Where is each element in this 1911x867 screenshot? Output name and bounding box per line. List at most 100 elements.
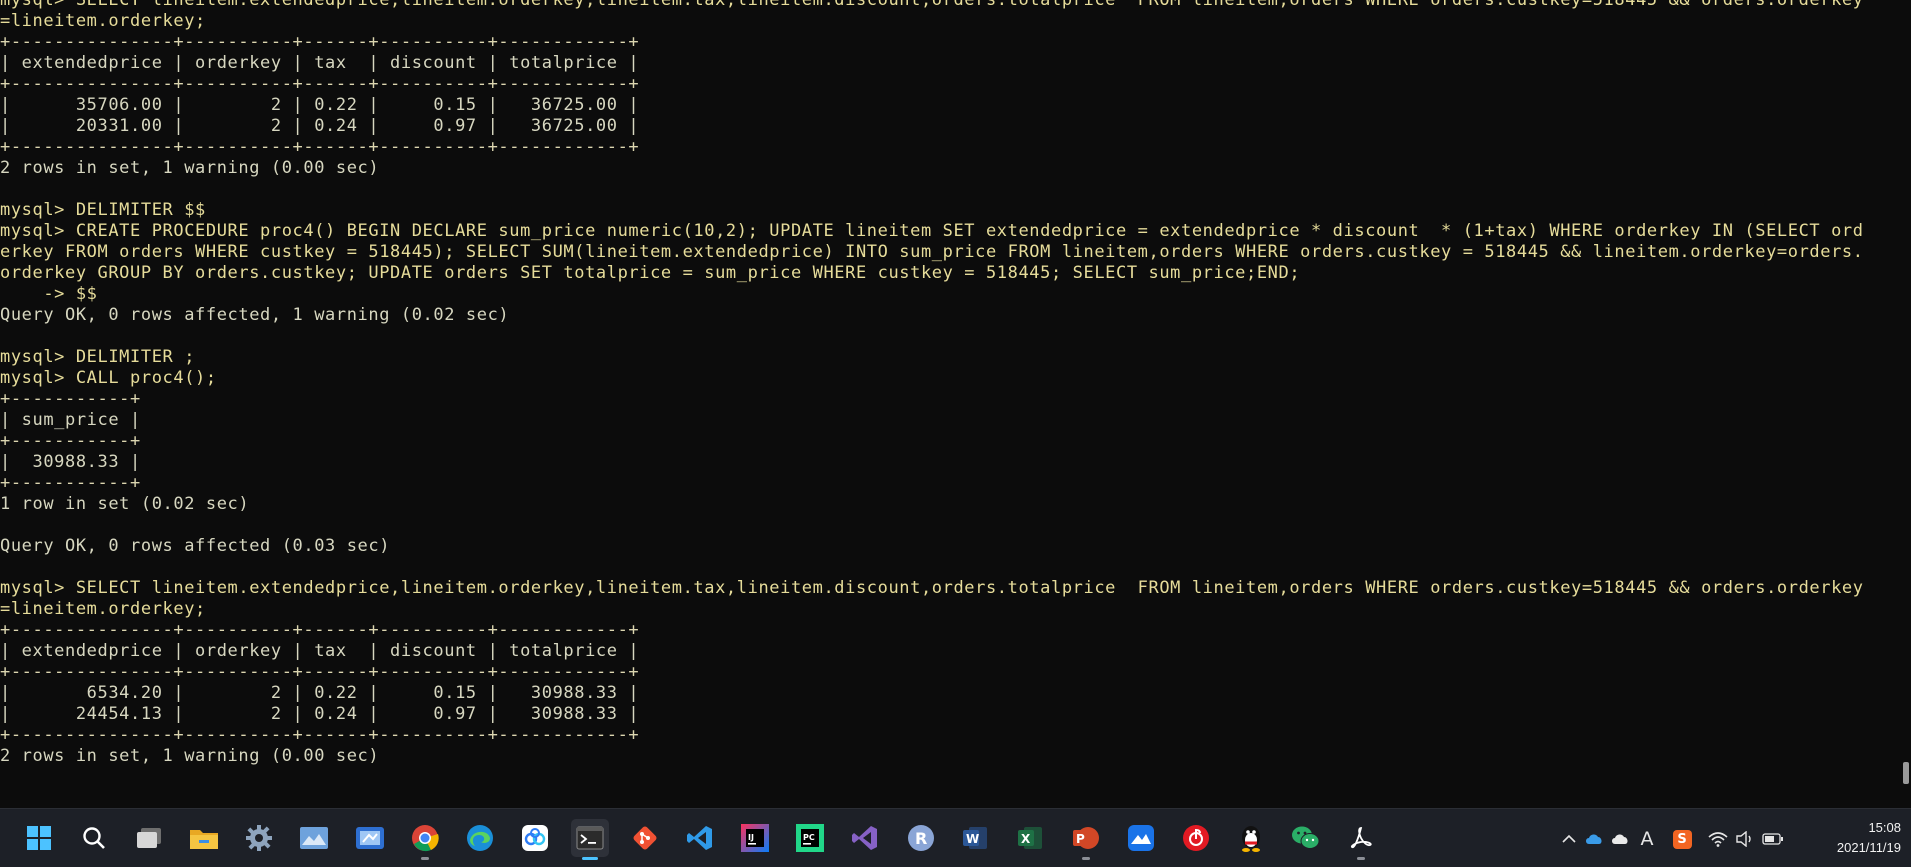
r-icon: R: [907, 824, 935, 852]
terminal-line: +---------------+----------+------+-----…: [0, 74, 640, 94]
wifi-icon[interactable]: [1707, 829, 1729, 849]
taskbar-app-edge[interactable]: [461, 819, 499, 857]
terminal-line: | 30988.33 |: [0, 452, 141, 472]
terminal-line: +-----------+: [0, 431, 141, 451]
taskbar-app-terminal[interactable]: [570, 819, 609, 860]
terminal-line: mysql> CALL proc4();: [0, 368, 217, 388]
terminal-line: | extendedprice | orderkey | tax | disco…: [0, 641, 640, 661]
terminal-line: | sum_price |: [0, 410, 141, 430]
terminal-line: | 24454.13 | 2 | 0.24 | 0.97 | 30988.33 …: [0, 704, 640, 724]
terminal-line: +---------------+----------+------+-----…: [0, 137, 640, 157]
snipping-tool-icon: [355, 825, 385, 851]
chrome-icon: [411, 824, 439, 852]
taskbar-app-intellij[interactable]: IJ: [736, 819, 774, 857]
battery-icon[interactable]: [1762, 829, 1784, 849]
terminal-line: Query OK, 0 rows affected, 1 warning (0.…: [0, 305, 510, 325]
visual-studio-icon: [851, 824, 879, 852]
terminal-scrollbar[interactable]: [1900, 0, 1911, 808]
ime-icon[interactable]: A: [1636, 828, 1658, 850]
taskbar-app-git[interactable]: [626, 819, 664, 857]
terminal-line: | 35706.00 | 2 | 0.22 | 0.15 | 36725.00 …: [0, 95, 640, 115]
taskbar-app-snipping[interactable]: [351, 819, 389, 857]
taskbar-app-photos[interactable]: [295, 819, 333, 857]
taskbar-app-file-explorer[interactable]: [185, 819, 223, 857]
terminal-line: orderkey GROUP BY orders.custkey; UPDATE…: [0, 263, 1301, 283]
cloud-icon[interactable]: [1609, 829, 1631, 849]
acrobat-icon: [1347, 824, 1375, 852]
taskbar-app-chrome[interactable]: [406, 819, 444, 860]
terminal-line: +---------------+----------+------+-----…: [0, 662, 640, 682]
svg-text:R: R: [915, 829, 927, 848]
qq-penguin-icon: [1237, 823, 1265, 853]
screen: mysql> SELECT lineitem.extendedprice,lin…: [0, 0, 1911, 867]
chevron-up-icon[interactable]: [1558, 829, 1580, 849]
terminal-line: 2 rows in set, 1 warning (0.00 sec): [0, 158, 380, 178]
taskbar-app-qq[interactable]: [1232, 819, 1270, 857]
terminal-line: mysql> CREATE PROCEDURE proc4() BEGIN DE…: [0, 221, 1864, 241]
search-icon: [81, 825, 107, 851]
svg-text:X: X: [1021, 832, 1031, 846]
task-view-icon: [135, 826, 163, 850]
taskbar-app-acrobat[interactable]: [1342, 819, 1380, 860]
terminal-line: 2 rows in set, 1 warning (0.00 sec): [0, 746, 380, 766]
terminal-output[interactable]: mysql> SELECT lineitem.extendedprice,lin…: [0, 0, 1900, 767]
gear-icon: [245, 824, 273, 852]
svg-text:P: P: [1076, 832, 1085, 846]
running-indicator: [581, 857, 598, 860]
terminal-line: mysql> DELIMITER ;: [0, 347, 196, 367]
clock[interactable]: 15:08 2021/11/19: [1821, 818, 1901, 858]
taskbar-app-wechat[interactable]: [1287, 819, 1325, 857]
taskbar-app-word[interactable]: W: [957, 819, 995, 857]
terminal-line: -> $$: [0, 284, 98, 304]
scrollbar-thumb[interactable]: [1903, 762, 1909, 784]
terminal-line: mysql> DELIMITER $$: [0, 200, 206, 220]
taskbar-app-pycharm[interactable]: PC: [791, 819, 829, 857]
svg-text:IJ: IJ: [748, 833, 754, 842]
taskbar-app-excel[interactable]: X: [1012, 819, 1050, 857]
taskbar-app-lark[interactable]: [1122, 819, 1160, 857]
taskbar-app-r[interactable]: R: [902, 819, 940, 857]
vscode-icon: [686, 824, 714, 852]
taskbar-app-start[interactable]: [20, 819, 58, 857]
terminal-line: +---------------+----------+------+-----…: [0, 32, 640, 52]
terminal-window[interactable]: mysql> SELECT lineitem.extendedprice,lin…: [0, 0, 1900, 802]
taskbar-app-search[interactable]: [75, 819, 113, 857]
taskbar-app-visual-studio[interactable]: [846, 819, 884, 857]
onedrive-icon[interactable]: [1583, 829, 1605, 849]
terminal-line: | 6534.20 | 2 | 0.22 | 0.15 | 30988.33 |: [0, 683, 640, 703]
wechat-icon: [1291, 824, 1321, 852]
git-icon: [631, 824, 659, 852]
terminal-line: mysql> SELECT lineitem.extendedprice,lin…: [0, 0, 1864, 10]
terminal-line: =lineitem.orderkey;: [0, 599, 206, 619]
running-indicator: [1081, 857, 1090, 860]
sogou-icon[interactable]: S: [1671, 829, 1693, 849]
taskbar-app-vscode[interactable]: [681, 819, 719, 857]
folder-icon: [189, 825, 219, 851]
taskbar-app-task-view[interactable]: [130, 819, 168, 857]
terminal-line: +---------------+----------+------+-----…: [0, 725, 640, 745]
running-indicator: [420, 857, 429, 860]
taskbar-app-powerpoint[interactable]: P: [1067, 819, 1105, 860]
taskbar-apps: IJ PC R W X P: [20, 819, 1397, 860]
intellij-icon: IJ: [740, 823, 770, 853]
edge-icon: [466, 824, 494, 852]
photos-icon: [299, 825, 329, 851]
clock-date: 2021/11/19: [1836, 840, 1901, 855]
pycharm-icon: PC: [795, 823, 825, 853]
terminal-line: erkey FROM orders WHERE custkey = 518445…: [0, 242, 1864, 262]
terminal-line: +-----------+: [0, 473, 141, 493]
taskbar-app-settings[interactable]: [240, 819, 278, 857]
terminal-icon: [576, 826, 604, 850]
taskbar-app-netease-music[interactable]: [1177, 819, 1215, 857]
terminal-line: +-----------+: [0, 389, 141, 409]
volume-icon[interactable]: [1734, 829, 1756, 849]
terminal-line: | extendedprice | orderkey | tax | disco…: [0, 53, 640, 73]
terminal-line: | 20331.00 | 2 | 0.24 | 0.97 | 36725.00 …: [0, 116, 640, 136]
taskbar-app-baidu-netdisk[interactable]: [516, 819, 554, 857]
lark-icon: [1127, 824, 1155, 852]
powerpoint-icon: P: [1071, 824, 1101, 852]
system-tray: A S 15:08 2021/11/19: [1526, 809, 1911, 867]
